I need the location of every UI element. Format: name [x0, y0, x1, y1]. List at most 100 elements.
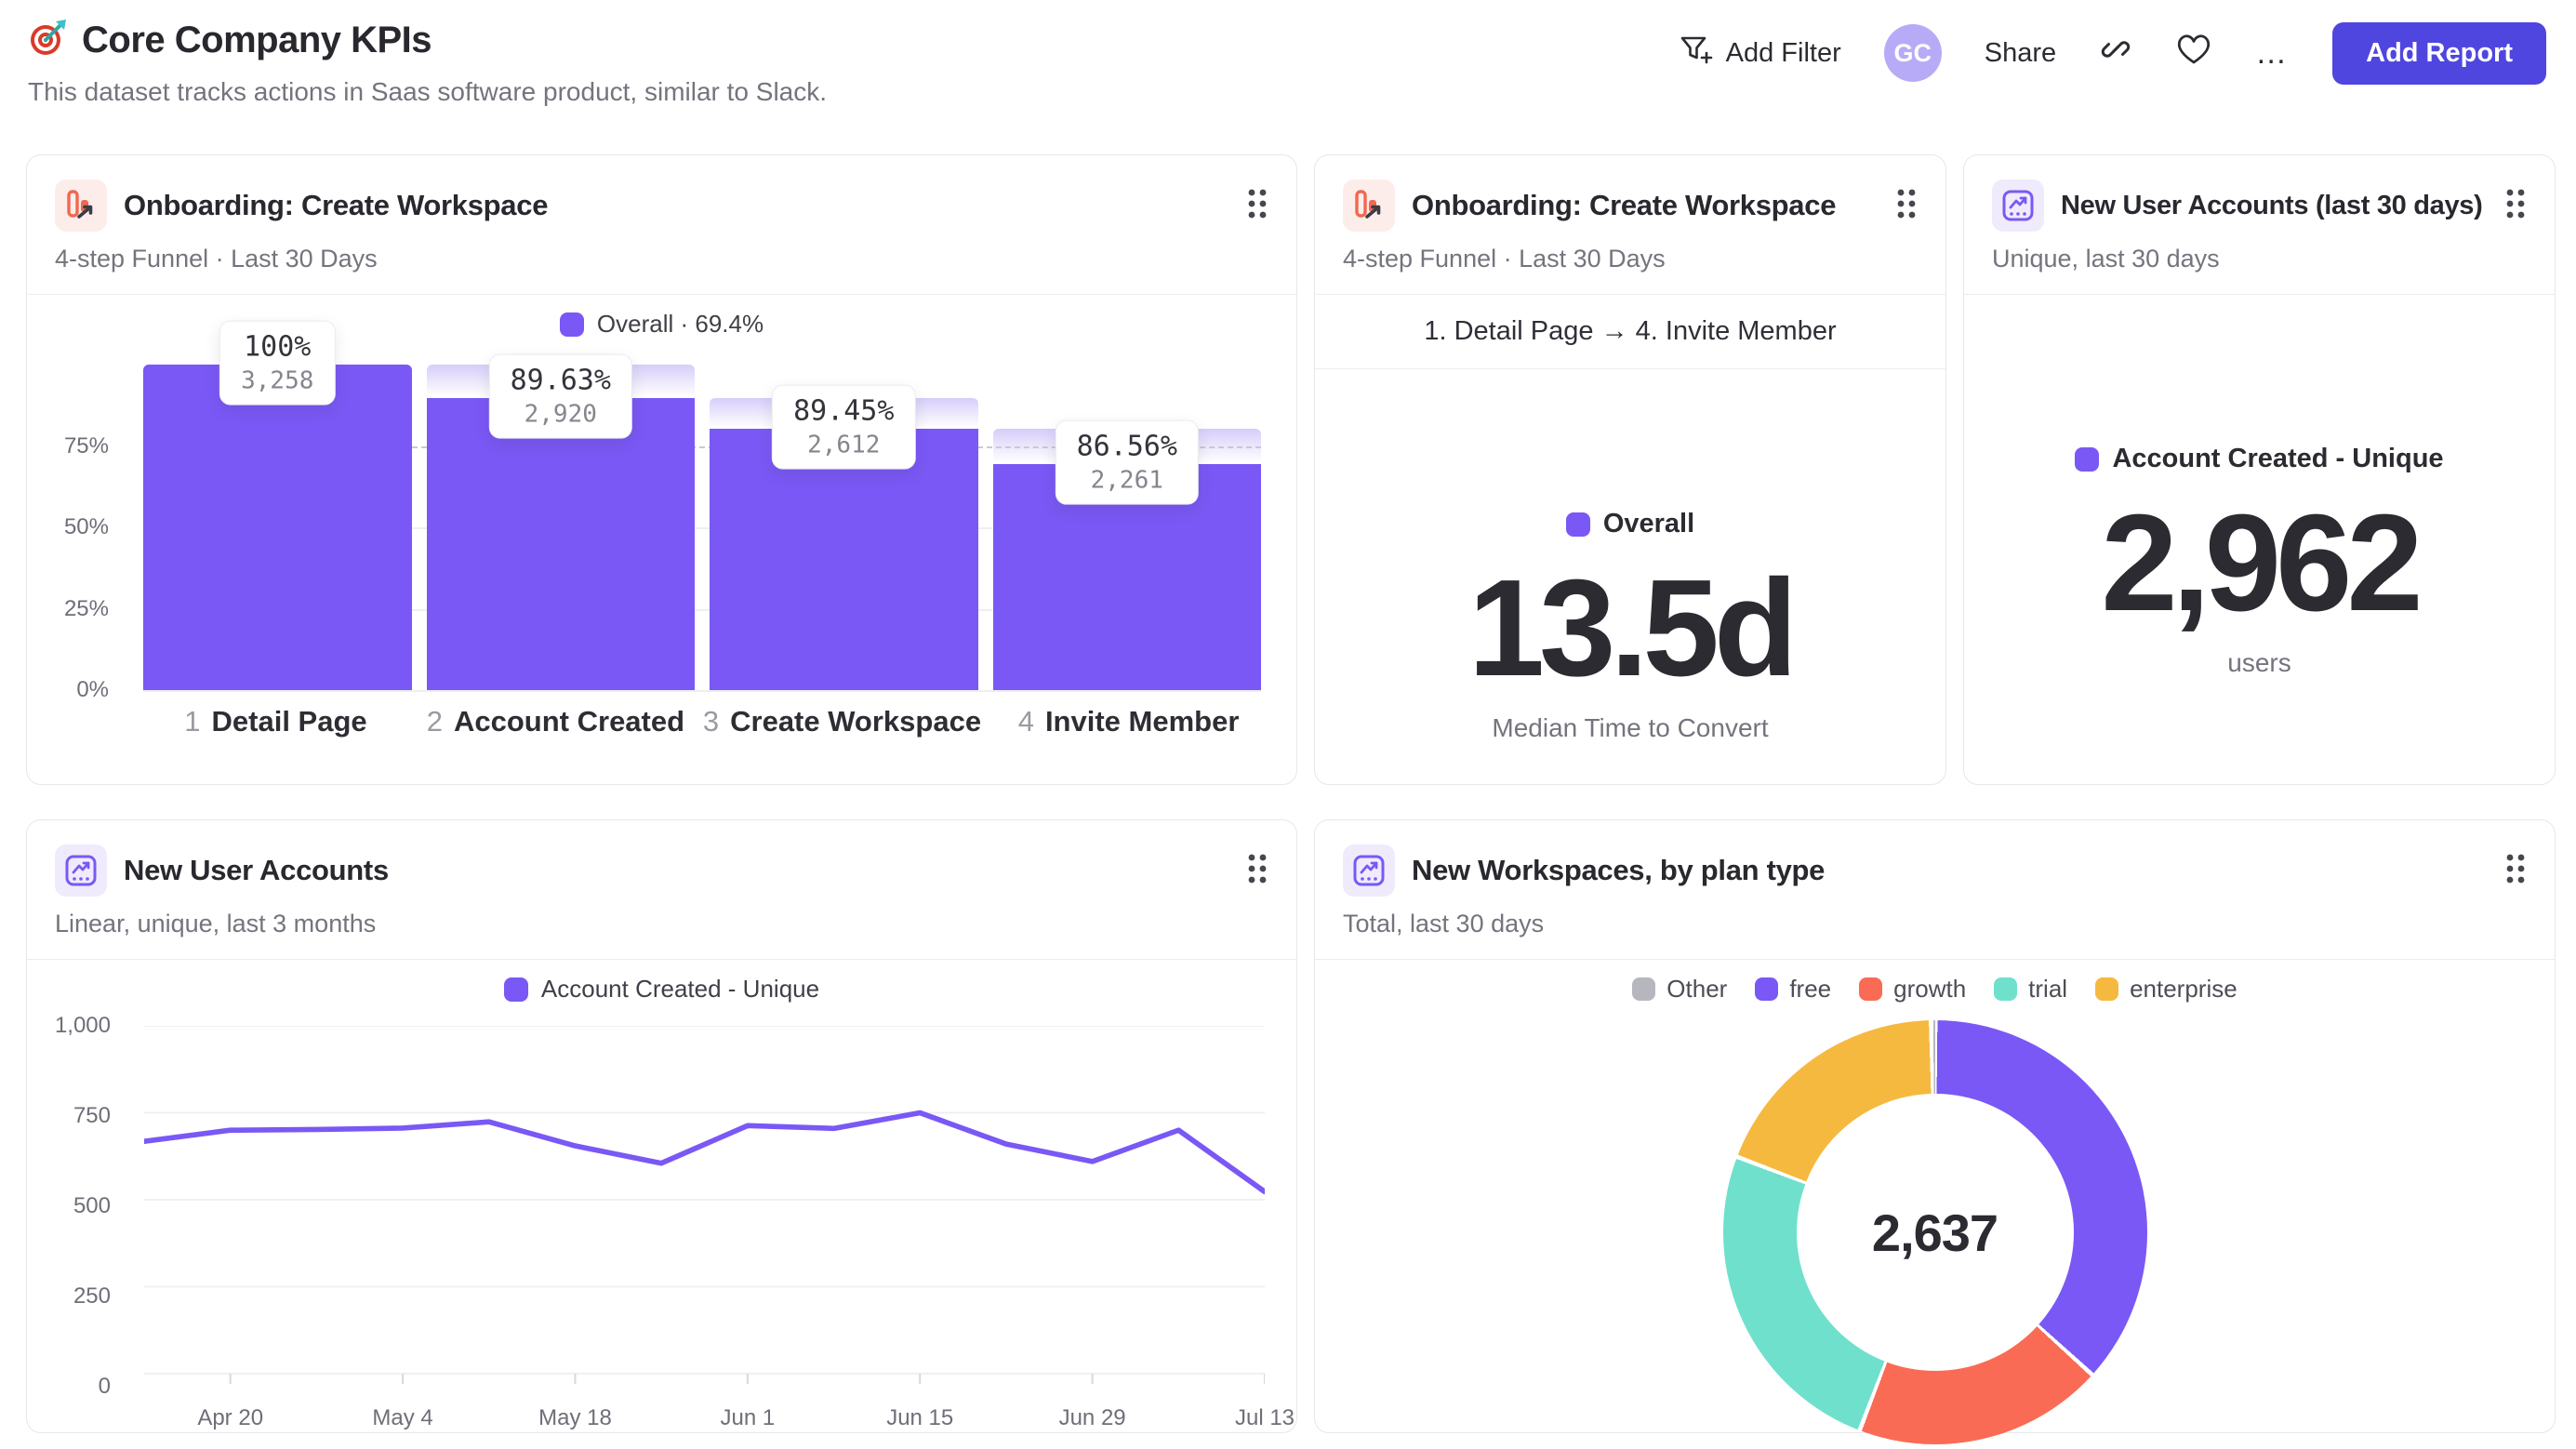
funnel-step-name: 3 Create Workspace: [702, 705, 982, 738]
y-tick-label: 500: [73, 1193, 111, 1218]
legend-item[interactable]: trial: [1994, 975, 2067, 1004]
y-tick-label: 50%: [63, 514, 109, 539]
card-title: New User Accounts: [124, 854, 389, 886]
funnel-value-label: 89.63% 2,920: [488, 353, 632, 439]
y-tick-label: 0: [98, 1374, 111, 1399]
card-title: New User Accounts (last 30 days): [2061, 190, 2483, 220]
filter-plus-icon: [1678, 32, 1713, 74]
card-subtitle: Total, last 30 days: [1343, 910, 1545, 937]
drag-handle-icon[interactable]: [1246, 852, 1268, 890]
legend-chip: [503, 977, 528, 1002]
funnel-bar[interactable]: 89.63% 2,920: [426, 353, 695, 690]
x-tick-label: Jun 15: [886, 1405, 954, 1430]
gridline: [143, 690, 1261, 692]
y-tick-label: 250: [73, 1283, 111, 1309]
dashboard-page: Core Company KPIs This dataset tracks ac…: [0, 0, 2576, 1449]
page-header: Core Company KPIs This dataset tracks ac…: [28, 19, 827, 107]
legend-chip: [1565, 512, 1590, 537]
y-tick-label: 25%: [63, 595, 109, 621]
line-legend[interactable]: Account Created - Unique: [27, 960, 1296, 1009]
y-tick-label: 0%: [76, 677, 109, 702]
card-title: New Workspaces, by plan type: [1412, 854, 1826, 886]
legend-chip: [1755, 977, 1779, 1001]
median-time-value: 13.5d: [1467, 552, 1798, 705]
line-chart[interactable]: [144, 1026, 1265, 1387]
insights-report-icon: [55, 844, 107, 897]
more-options-button[interactable]: …: [2255, 35, 2290, 72]
legend-label: growth: [1893, 975, 1967, 1003]
drag-handle-icon[interactable]: [1895, 187, 1918, 225]
funnel-legend[interactable]: Overall · 69.4%: [27, 295, 1296, 344]
time-to-convert-card: Onboarding: Create Workspace 4-step Funn…: [1314, 154, 1946, 785]
legend-chip: [1632, 977, 1656, 1001]
card-subtitle: 4-step Funnel · Last 30 Days: [55, 245, 378, 273]
x-tick-label: Apr 20: [197, 1405, 264, 1430]
workspaces-card: New Workspaces, by plan type Total, last…: [1314, 819, 2556, 1444]
metric-legend[interactable]: Account Created - Unique: [2075, 444, 2444, 474]
donut-legend: Other free growth trial enterprise: [1315, 960, 2555, 1007]
funnel-bar-fill: [426, 398, 695, 690]
share-button[interactable]: Share: [1985, 38, 2056, 69]
funnel-value-label: 89.45% 2,612: [772, 385, 916, 471]
y-tick-label: 750: [73, 1103, 111, 1128]
add-report-button[interactable]: Add Report: [2332, 21, 2546, 85]
legend-label: free: [1789, 975, 1832, 1003]
funnel-step-name: 1 Detail Page: [184, 705, 367, 738]
funnel-plot[interactable]: 100% 3,258 89.63% 2,920 89.45% 2,612 86.56% 2,2…: [143, 320, 1261, 692]
legend-item[interactable]: growth: [1859, 975, 1966, 1004]
target-emoji-icon: [28, 19, 67, 62]
trend-line: [144, 1110, 1265, 1195]
y-tick-label: 1,000: [54, 1013, 111, 1038]
drag-handle-icon[interactable]: [2504, 852, 2527, 890]
funnel-bar[interactable]: 86.56% 2,261: [992, 365, 1261, 690]
funnel-card: Onboarding: Create Workspace 4-step Funn…: [26, 154, 1297, 785]
y-tick-label: 75%: [63, 432, 109, 459]
metric-legend[interactable]: Overall: [1565, 509, 1694, 539]
insights-report-icon: [1992, 179, 2044, 232]
donut-chart[interactable]: 2,637: [1722, 1020, 2147, 1444]
card-subtitle: Unique, last 30 days: [1992, 245, 2220, 273]
funnel-bar[interactable]: 100% 3,258: [143, 320, 412, 690]
funnel-step-name: 2 Account Created: [426, 705, 685, 738]
copy-link-button[interactable]: [2099, 33, 2132, 73]
x-tick-label: May 18: [538, 1405, 612, 1430]
legend-label: enterprise: [2130, 975, 2237, 1003]
line-x-axis: Apr 20 May 4 May 18 Jun 1 Jun 15 Jun 29 Jul 13: [144, 1405, 1295, 1439]
legend-label: Other: [1666, 975, 1728, 1003]
x-tick-label: Jun 1: [720, 1405, 776, 1430]
legend-chip: [1994, 977, 2018, 1001]
funnel-bar[interactable]: 89.45% 2,612: [710, 365, 978, 690]
card-subtitle: Linear, unique, last 3 months: [55, 910, 377, 937]
funnel-step-labels: 1 Detail Page 2 Account Created 3 Create Work…: [143, 705, 1261, 738]
favorite-button[interactable]: [2175, 32, 2212, 74]
x-tick-label: Jul 13: [1234, 1405, 1295, 1430]
funnel-value-label: 100% 3,258: [219, 320, 336, 405]
legend-item[interactable]: Other: [1632, 975, 1727, 1004]
x-tick-label: May 4: [372, 1405, 433, 1430]
funnel-step-name: 4 Invite Member: [1017, 705, 1240, 738]
funnel-y-axis: 75% 50% 25% 0%: [55, 365, 122, 703]
funnel-report-icon: [1343, 179, 1395, 232]
link-icon: [2099, 33, 2132, 73]
donut-center: 2,637: [1796, 1094, 2074, 1371]
drag-handle-icon[interactable]: [2504, 187, 2527, 225]
legend-item[interactable]: enterprise: [2095, 975, 2237, 1004]
x-tick-label: Jun 29: [1058, 1405, 1126, 1430]
card-title: Onboarding: Create Workspace: [1412, 189, 1837, 221]
page-title: Core Company KPIs: [82, 20, 432, 60]
insights-report-icon: [1343, 844, 1395, 897]
page-subtitle: This dataset tracks actions in Saas soft…: [28, 77, 828, 106]
donut-total-value: 2,637: [1871, 1203, 1998, 1262]
card-subtitle: 4-step Funnel · Last 30 Days: [1343, 245, 1666, 273]
line-y-axis: 1,000 750 500 250 0: [53, 1013, 126, 1399]
heart-icon: [2175, 32, 2212, 74]
funnel-value-label: 86.56% 2,261: [1055, 419, 1199, 505]
add-filter-button[interactable]: Add Filter: [1678, 32, 1841, 74]
user-avatar[interactable]: GC: [1883, 24, 1942, 82]
new-users-value: 2,962: [2101, 486, 2423, 640]
legend-chip: [2095, 977, 2119, 1001]
legend-item[interactable]: free: [1755, 975, 1831, 1004]
drag-handle-icon[interactable]: [1246, 187, 1268, 225]
metric-caption: users: [2227, 648, 2291, 678]
funnel-report-icon: [55, 179, 107, 232]
